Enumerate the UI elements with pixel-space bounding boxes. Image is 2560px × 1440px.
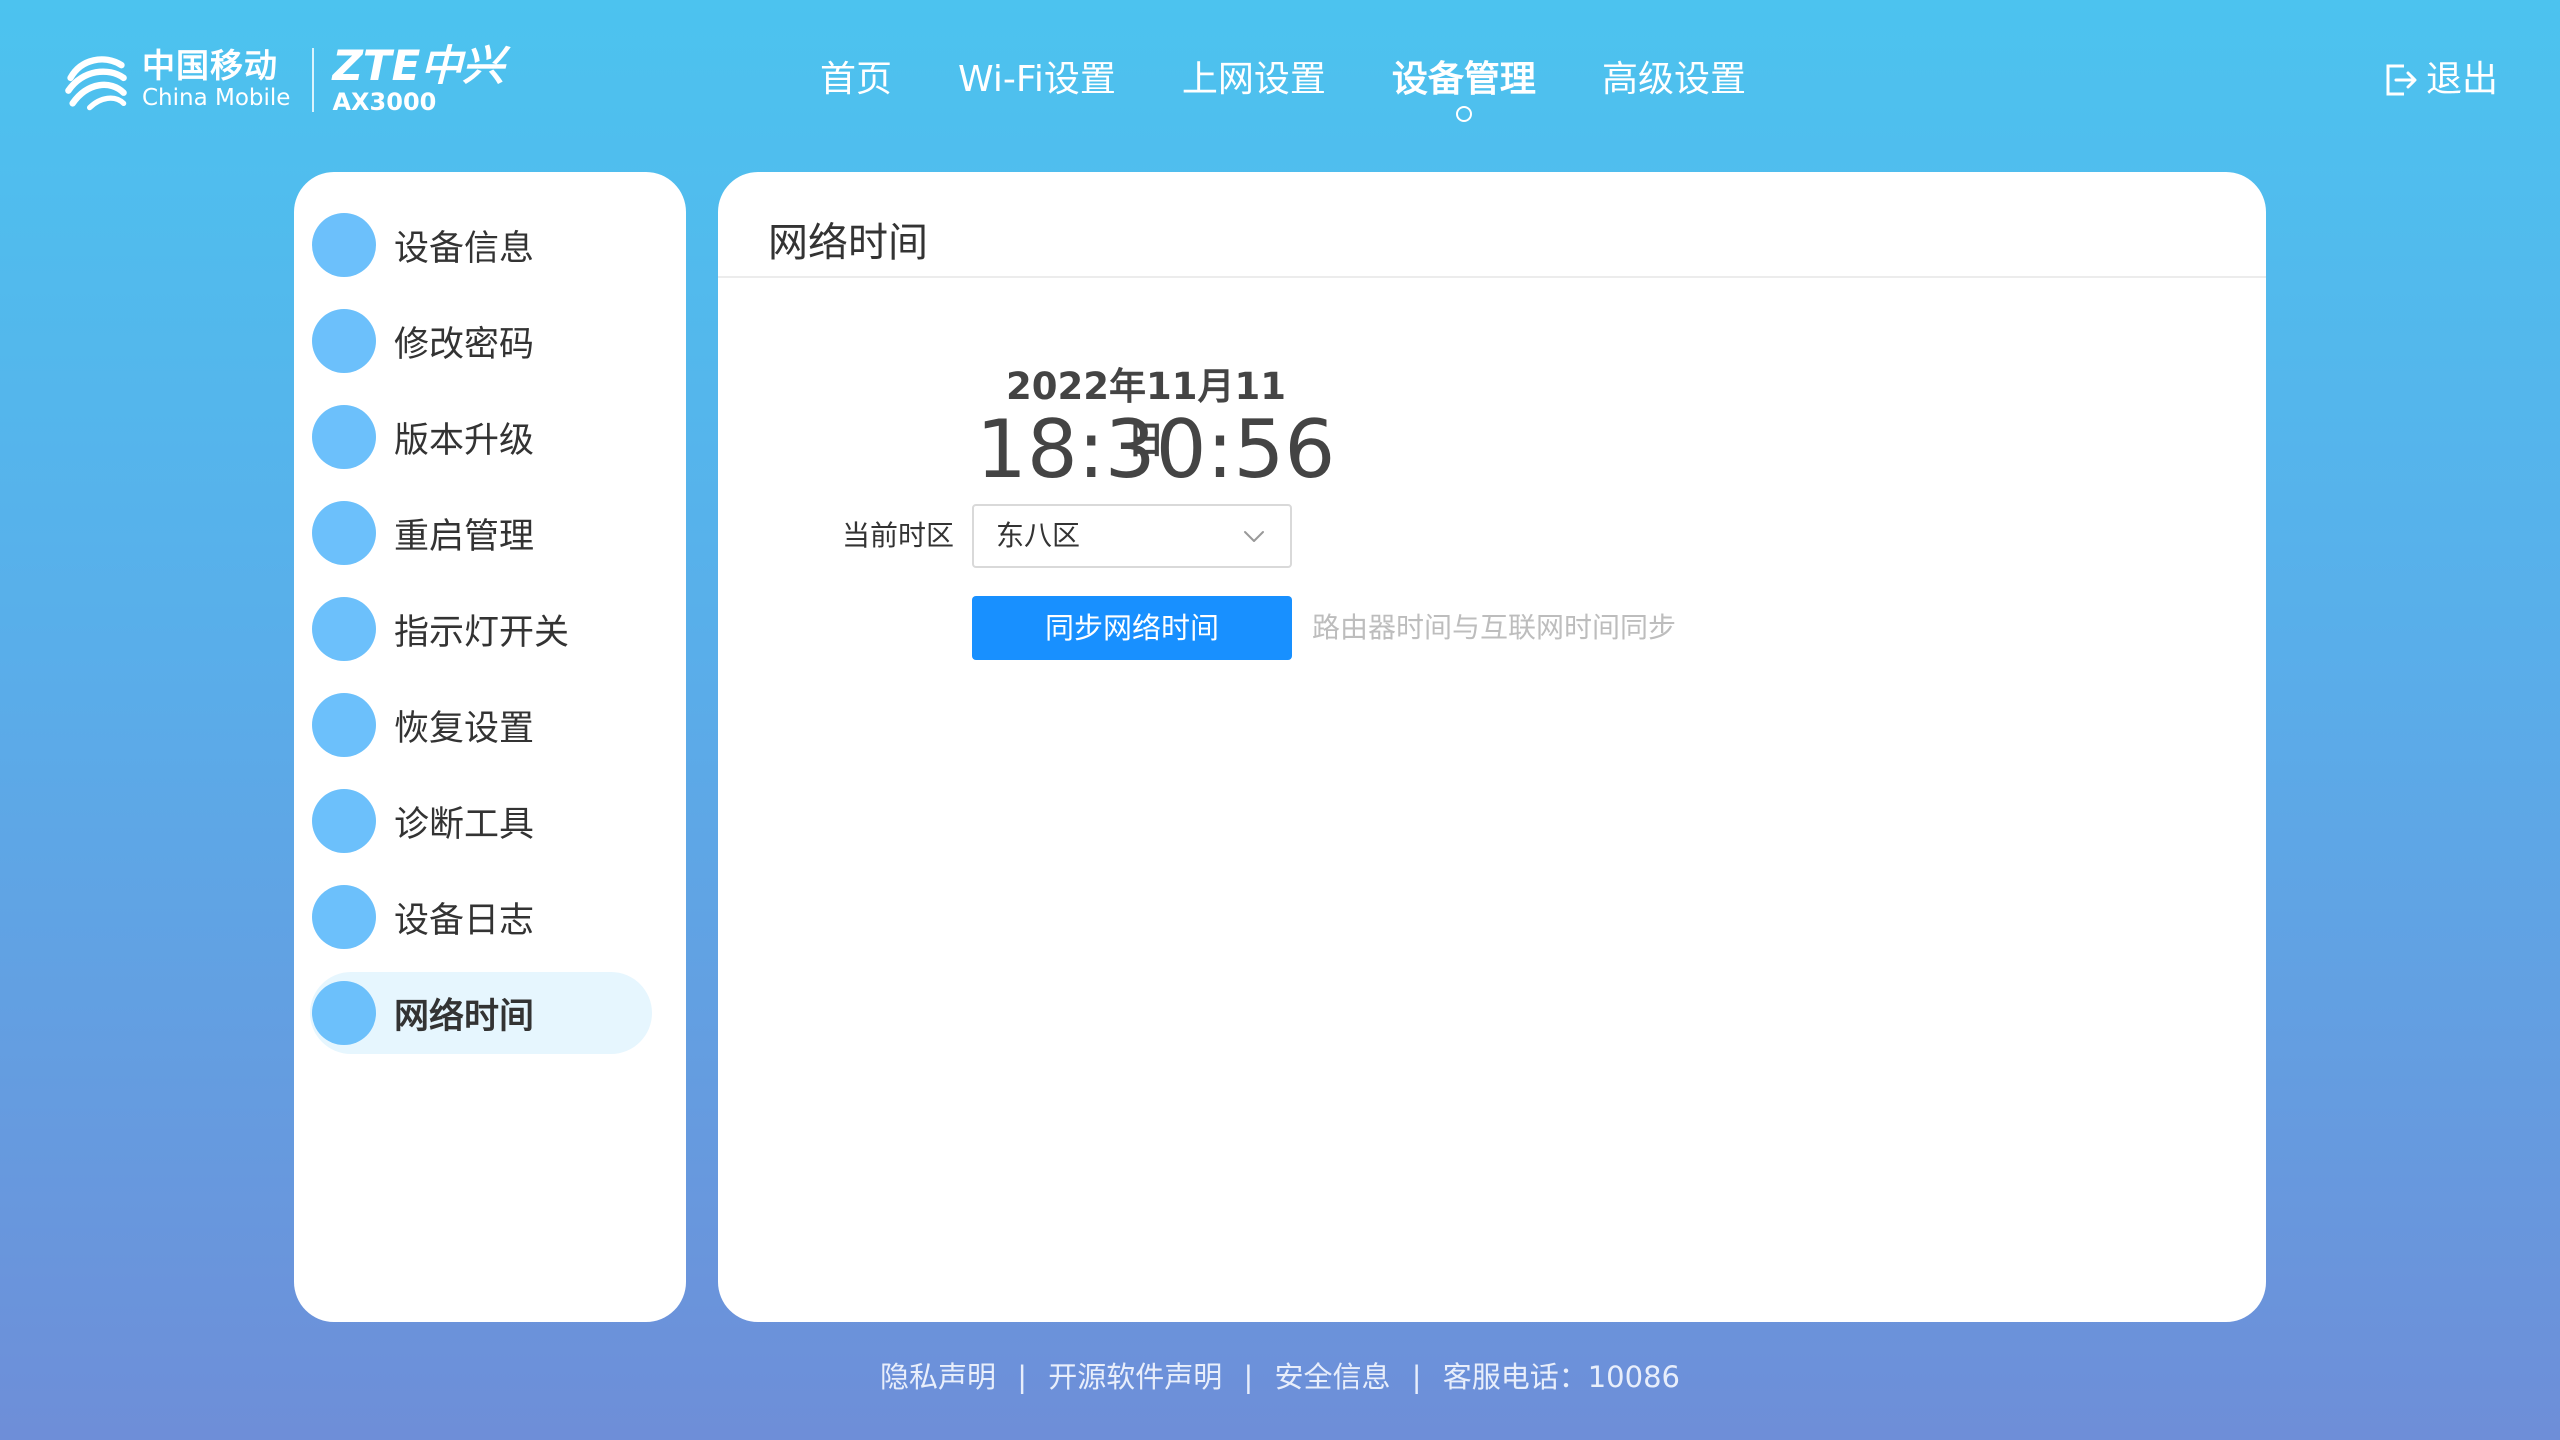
sidebar: 设备信息 修改密码 版本升级 重启管理 指示灯开关 恢复设置 诊断工具 设备日志… <box>294 172 686 1322</box>
logout-button[interactable]: 退出 <box>2384 52 2498 108</box>
nav-internet-settings[interactable]: 上网设置 <box>1182 52 1326 108</box>
security-info-link[interactable]: 安全信息 <box>1274 1360 1390 1394</box>
chevron-down-icon <box>1244 531 1264 542</box>
sidebar-item-firmware-upgrade[interactable]: 版本升级 <box>310 396 652 478</box>
title-divider <box>718 276 2266 278</box>
sidebar-item-diagnostic-tools[interactable]: 诊断工具 <box>310 780 652 862</box>
brand-name-cn: 中国移动 <box>142 46 278 85</box>
restore-settings-icon <box>312 693 376 757</box>
led-switch-icon <box>312 597 376 661</box>
nav-device-management-label: 设备管理 <box>1391 59 1536 100</box>
timezone-value: 东八区 <box>996 519 1081 552</box>
sidebar-item-change-password[interactable]: 修改密码 <box>310 300 652 382</box>
footer-separator: | <box>1243 1360 1254 1394</box>
sidebar-item-label: 网络时间 <box>394 996 535 1037</box>
sidebar-item-network-time[interactable]: 网络时间 <box>310 972 652 1054</box>
sync-network-time-button[interactable]: 同步网络时间 <box>972 596 1292 660</box>
sidebar-item-label: 诊断工具 <box>394 804 535 845</box>
current-time: 18:30:56 <box>976 403 1336 496</box>
footer: 隐私声明 | 开源软件声明 | 安全信息 | 客服电话：10086 <box>0 1352 2560 1402</box>
timezone-select[interactable]: 东八区 <box>972 504 1292 568</box>
logout-icon <box>2386 64 2417 96</box>
logout-label: 退出 <box>2425 59 2498 100</box>
sidebar-item-label: 恢复设置 <box>394 708 535 749</box>
sidebar-item-label: 设备信息 <box>394 228 535 269</box>
main-panel: 网络时间 2022年11月11日 18:30:56 当前时区 东八区 同步网络时… <box>718 172 2266 1322</box>
page-title: 网络时间 <box>768 220 928 266</box>
zte-brand: ZTE中兴 <box>332 41 505 90</box>
router-model: AX3000 <box>332 88 437 116</box>
sidebar-item-reboot-management[interactable]: 重启管理 <box>310 492 652 574</box>
customer-hotline: 客服电话：10086 <box>1442 1360 1680 1394</box>
device-log-icon <box>312 885 376 949</box>
china-mobile-logo-icon <box>65 56 127 111</box>
sidebar-item-label: 设备日志 <box>394 900 535 941</box>
device-info-icon <box>312 213 376 277</box>
top-header: 中国移动 China Mobile ZTE中兴 AX3000 首页 Wi-Fi设… <box>0 0 2560 165</box>
network-time-icon <box>312 981 376 1045</box>
opensource-statement-link[interactable]: 开源软件声明 <box>1048 1360 1222 1394</box>
sidebar-item-device-info[interactable]: 设备信息 <box>310 204 652 286</box>
timezone-label: 当前时区 <box>841 519 954 552</box>
reboot-icon <box>312 501 376 565</box>
logo-divider <box>312 48 315 112</box>
sidebar-item-restore-settings[interactable]: 恢复设置 <box>310 684 652 766</box>
privacy-statement-link[interactable]: 隐私声明 <box>880 1360 996 1394</box>
brand-name-en: China Mobile <box>142 85 291 111</box>
nav-device-management[interactable]: 设备管理 <box>1391 52 1536 122</box>
sidebar-item-label: 版本升级 <box>394 420 535 461</box>
sidebar-item-led-switch[interactable]: 指示灯开关 <box>310 588 652 670</box>
diagnostic-tools-icon <box>312 789 376 853</box>
sidebar-item-label: 指示灯开关 <box>394 612 570 653</box>
sync-hint-text: 路由器时间与互联网时间同步 <box>1312 611 1677 644</box>
nav-home[interactable]: 首页 <box>820 52 892 108</box>
nav-advanced-settings[interactable]: 高级设置 <box>1602 52 1746 108</box>
nav-wifi-settings[interactable]: Wi-Fi设置 <box>958 52 1116 108</box>
brand-logo[interactable]: 中国移动 China Mobile ZTE中兴 AX3000 <box>62 44 504 116</box>
firmware-upgrade-icon <box>312 405 376 469</box>
footer-separator: | <box>1017 1360 1028 1394</box>
sidebar-item-label: 重启管理 <box>394 516 535 557</box>
sidebar-item-device-log[interactable]: 设备日志 <box>310 876 652 958</box>
sidebar-item-label: 修改密码 <box>394 324 535 365</box>
main-nav: 首页 Wi-Fi设置 上网设置 设备管理 高级设置 <box>820 52 1812 122</box>
active-indicator-dot <box>1455 106 1472 122</box>
footer-separator: | <box>1411 1360 1422 1394</box>
change-password-icon <box>312 309 376 373</box>
